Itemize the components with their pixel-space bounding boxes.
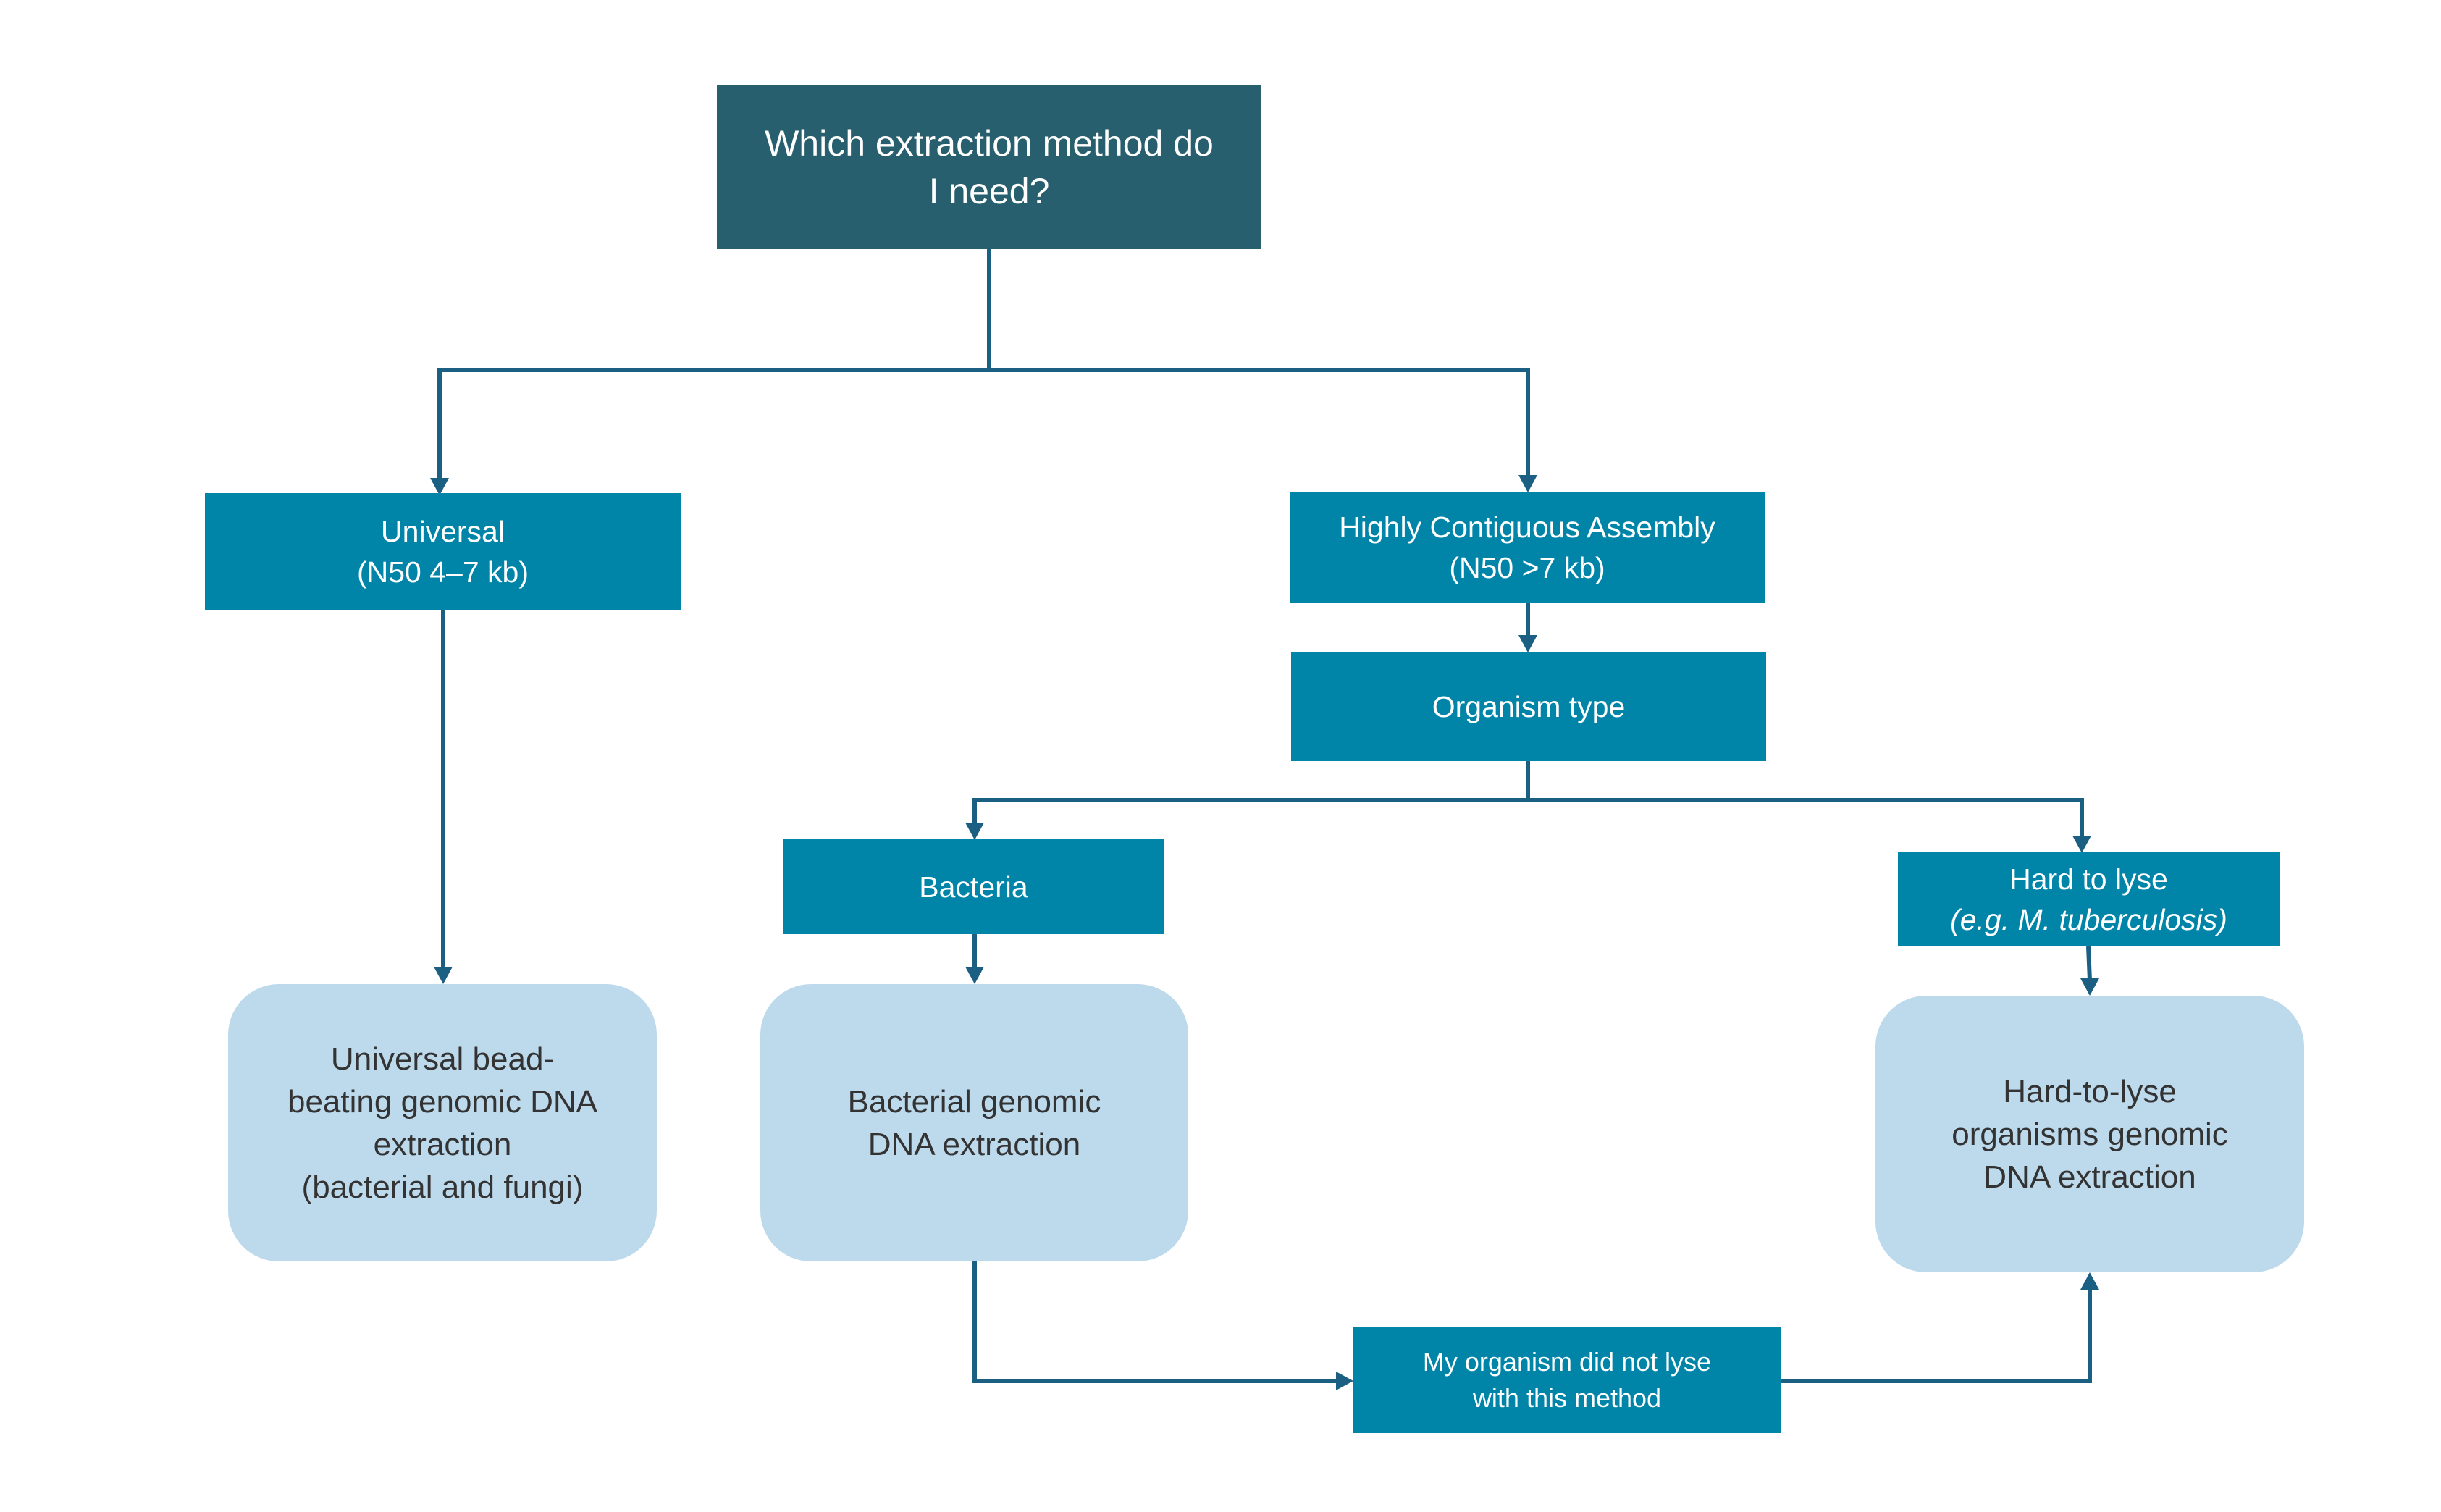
edge-hard-to-lyse-method — [2086, 946, 2092, 981]
did-not-lyse-box[interactable]: My organism did not lyse with this metho… — [1353, 1327, 1781, 1433]
arrowhead-hard-to-lyse-method-up — [2080, 1272, 2099, 1290]
hard-to-lyse-method-line-2: organisms genomic — [1951, 1116, 2228, 1152]
universal-title: Universal — [381, 514, 505, 548]
edge-root-universal — [437, 249, 991, 478]
edge-bacterial-method-did-not-lyse — [972, 1261, 1337, 1383]
highly-contiguous-title: Highly Contiguous Assembly — [1339, 511, 1715, 544]
edge-root-highly-contiguous — [987, 249, 1530, 476]
arrowhead-organism-type — [1518, 635, 1537, 652]
hard-to-lyse-box[interactable]: Hard to lyse (e.g. M. tuberculosis) — [1898, 852, 2280, 946]
arrowhead-hard-to-lyse-method — [2080, 978, 2099, 996]
arrowhead-bacteria — [965, 823, 984, 840]
hard-to-lyse-method-box[interactable]: Hard-to-lyse organisms genomic DNA extra… — [1875, 996, 2304, 1272]
hard-to-lyse-example: (e.g. M. tuberculosis) — [1950, 903, 2227, 936]
universal-method-box[interactable]: Universal bead- beating genomic DNA extr… — [228, 984, 657, 1261]
universal-box[interactable]: Universal (N50 4–7 kb) — [205, 493, 681, 610]
root-question-line-1: Which extraction method do — [765, 123, 1214, 164]
arrowhead-hard-to-lyse — [2072, 836, 2091, 853]
edge-organism-type-hard-to-lyse — [1528, 798, 2084, 837]
arrowhead-bacterial-method — [965, 967, 984, 984]
edge-organism-type-bacteria — [972, 761, 1530, 824]
hard-to-lyse-title: Hard to lyse — [2009, 862, 2168, 896]
universal-method-line-3: extraction — [373, 1126, 512, 1162]
highly-contiguous-box[interactable]: Highly Contiguous Assembly (N50 >7 kb) — [1290, 492, 1765, 603]
universal-method-line-1: Universal bead- — [330, 1041, 555, 1077]
did-not-lyse-line-2: with this method — [1472, 1383, 1662, 1413]
hard-to-lyse-method-line-3: DNA extraction — [1983, 1159, 2196, 1195]
organism-type-box[interactable]: Organism type — [1291, 652, 1766, 761]
arrowhead-did-not-lyse — [1336, 1372, 1353, 1390]
root-question-box[interactable]: Which extraction method do I need? — [717, 85, 1261, 249]
highly-contiguous-n50: (N50 >7 kb) — [1449, 551, 1605, 584]
universal-method-line-4: (bacterial and fungi) — [301, 1169, 584, 1205]
organism-type-label: Organism type — [1432, 689, 1626, 723]
edge-did-not-lyse-hard-to-lyse-method — [1781, 1288, 2092, 1383]
bacterial-method-line-1: Bacterial genomic — [847, 1083, 1101, 1120]
universal-n50: (N50 4–7 kb) — [356, 555, 529, 589]
universal-method-line-2: beating genomic DNA — [287, 1083, 597, 1120]
arrowhead-universal-method — [434, 967, 453, 984]
bacteria-box[interactable]: Bacteria — [783, 839, 1164, 934]
arrowhead-highly-contiguous — [1518, 475, 1537, 492]
hard-to-lyse-method-line-1: Hard-to-lyse — [2003, 1073, 2177, 1109]
did-not-lyse-line-1: My organism did not lyse — [1422, 1347, 1712, 1377]
bacterial-method-line-2: DNA extraction — [867, 1126, 1081, 1162]
bacteria-label: Bacteria — [919, 870, 1028, 904]
bacterial-method-box[interactable]: Bacterial genomic DNA extraction — [760, 984, 1188, 1261]
root-question-line-2: I need? — [928, 171, 1050, 211]
